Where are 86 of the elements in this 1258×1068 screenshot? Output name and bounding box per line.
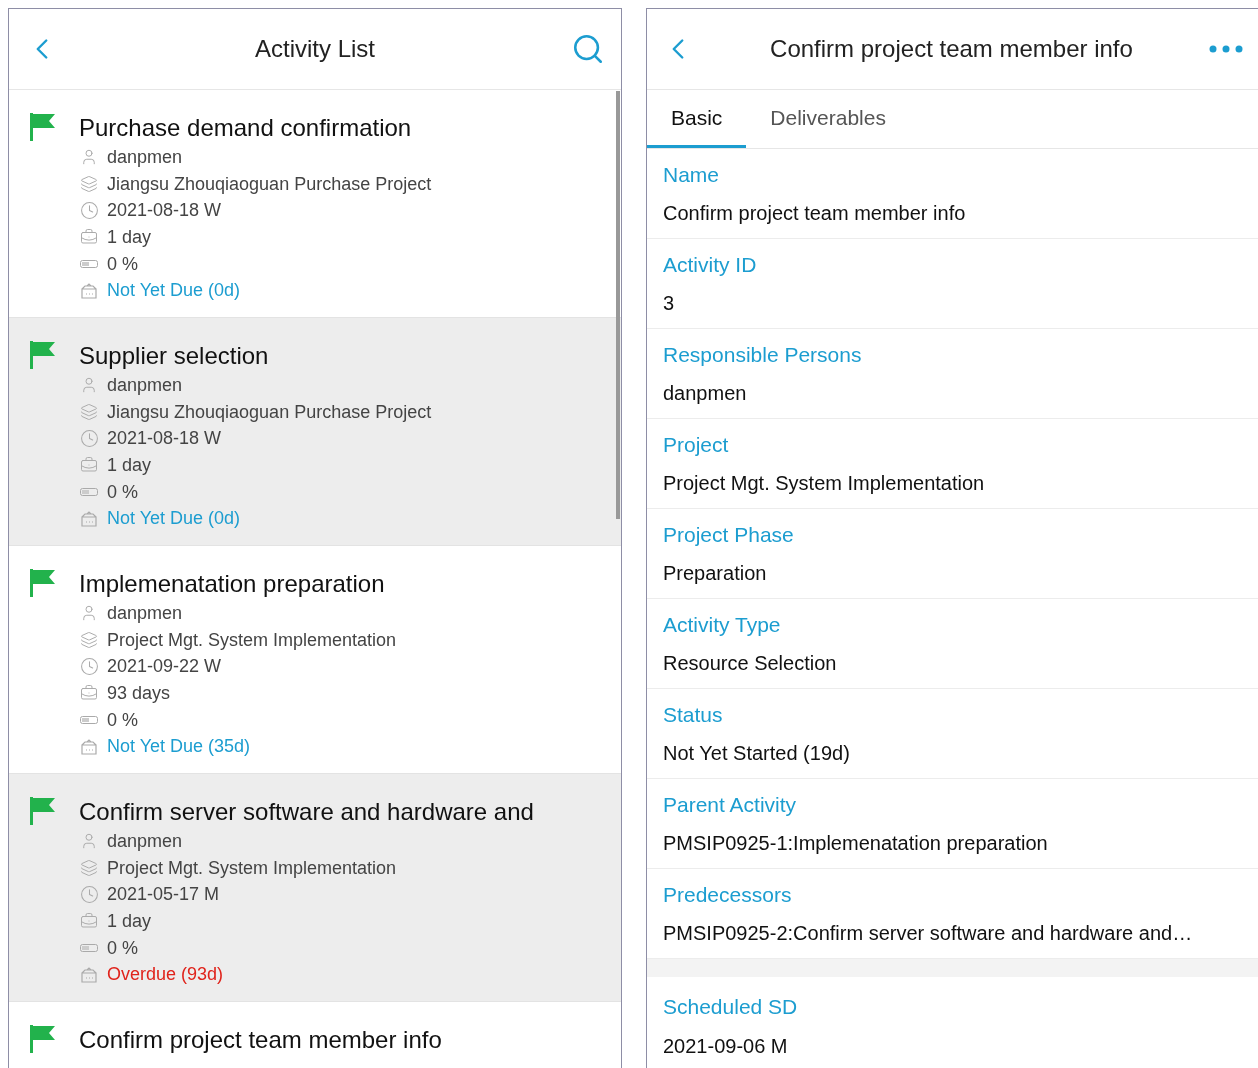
field-value: Preparation	[663, 561, 768, 587]
box-icon	[80, 509, 98, 528]
field-label: Activity Type	[663, 611, 782, 638]
activity-title: Supplier selection	[79, 341, 270, 371]
meta-text: 0 %	[107, 252, 139, 276]
field-value: 2021-09-06 M	[663, 1033, 789, 1059]
screen-title: Confirm project team member info	[769, 34, 1134, 64]
clock-icon	[79, 885, 99, 905]
person-icon	[80, 832, 98, 851]
flag-icon	[29, 796, 57, 826]
meta-text: 0 %	[107, 480, 139, 504]
screen-title: Activity List	[255, 34, 375, 64]
meta-text: Jiangsu Zhouqiaoguan Purchase Project	[107, 400, 432, 424]
field-value: Project Mgt. System Implementation	[663, 471, 986, 497]
meta-text: Not Yet Due (0d)	[107, 507, 241, 531]
meta-text: 93 days	[107, 681, 171, 705]
layers-icon	[80, 175, 98, 194]
flag-icon	[29, 1024, 57, 1054]
more-icon[interactable]	[1208, 44, 1244, 54]
field-label: Project	[663, 431, 730, 458]
layers-icon	[80, 403, 98, 422]
meta-text: 2021-05-17 M	[107, 883, 220, 907]
meta-text: danpmen	[107, 601, 183, 625]
activity-title: Implemenatation preparation	[79, 569, 386, 599]
field-value: danpmen	[663, 381, 748, 407]
meta-text: Project Mgt. System Implementation	[107, 628, 397, 652]
layers-icon	[80, 859, 98, 878]
meta-text: danpmen	[107, 373, 183, 397]
activity-item[interactable]: Confirm server software and hardware and danpmen Project Mgt. System Implementation 2021-05-17 M 1 day 0 % Overdue (93d)	[9, 774, 621, 1002]
field-value: PMSIP0925-1:Implemenatation preparation	[663, 831, 1049, 857]
clock-icon	[79, 657, 99, 677]
meta-text: 1 day	[107, 453, 152, 477]
meta-text: Not Yet Due (35d)	[107, 735, 251, 759]
field-value: Confirm project team member info	[663, 201, 967, 227]
meta-text: danpmen	[107, 145, 183, 169]
field-label: Scheduled SD	[663, 994, 799, 1020]
field-label: Status	[663, 701, 724, 728]
meta-text: 1 day	[107, 909, 152, 933]
briefcase-icon	[80, 684, 98, 703]
meta-text: 0 %	[107, 936, 139, 960]
layers-icon	[80, 631, 98, 650]
field-label: Name	[663, 161, 721, 188]
tab[interactable]: Deliverables	[746, 90, 910, 148]
meta-text: Jiangsu Zhouqiaoguan Purchase Project	[107, 172, 432, 196]
field-label: Project Phase	[663, 521, 795, 548]
person-icon	[80, 148, 98, 167]
field-value: 3	[663, 291, 676, 317]
field-label: Parent Activity	[663, 791, 798, 818]
meta-text: 0 %	[107, 708, 139, 732]
progress-icon	[80, 943, 98, 954]
person-icon	[80, 376, 98, 395]
meta-text: Project Mgt. System Implementation	[107, 856, 397, 880]
progress-icon	[80, 487, 98, 498]
flag-icon	[29, 340, 57, 370]
field-value: Resource Selection	[663, 651, 838, 677]
field-label: Predecessors	[663, 881, 793, 908]
person-icon	[80, 604, 98, 623]
meta-text: danpmen	[107, 829, 183, 853]
field-value: PMSIP0925-2:Confirm server software and hardware and…	[663, 921, 1194, 947]
tab[interactable]: Basic	[647, 90, 747, 148]
meta-text: 2021-08-18 W	[107, 427, 222, 451]
clock-icon	[79, 201, 99, 221]
meta-text: Not Yet Due (0d)	[107, 279, 241, 303]
flag-icon	[29, 112, 57, 142]
progress-icon	[80, 715, 98, 726]
meta-text: 2021-08-18 W	[107, 199, 222, 223]
briefcase-icon	[80, 912, 98, 931]
search-icon[interactable]	[571, 32, 605, 66]
activity-title: Confirm project team member info	[79, 1025, 442, 1055]
meta-text: 1 day	[107, 225, 152, 249]
flag-icon	[29, 568, 57, 598]
briefcase-icon	[80, 228, 98, 247]
activity-title: Confirm server software and hardware and	[79, 797, 534, 827]
box-icon	[80, 281, 98, 300]
meta-text: 2021-09-22 W	[107, 655, 222, 679]
box-icon	[80, 737, 98, 756]
field-value: Not Yet Started (19d)	[663, 741, 851, 767]
progress-icon	[80, 259, 98, 270]
field-label: Activity ID	[663, 251, 758, 278]
activity-title: Purchase demand confirmation	[79, 113, 413, 143]
meta-text: Overdue (93d)	[107, 963, 224, 987]
field-label: Responsible Persons	[663, 341, 863, 368]
briefcase-icon	[80, 456, 98, 475]
clock-icon	[79, 429, 99, 449]
box-icon	[80, 965, 98, 984]
activity-item[interactable]: Supplier selection danpmen Jiangsu Zhouqiaoguan Purchase Project 2021-08-18 W 1 day 0 % Not Yet Due (0d)	[9, 318, 621, 546]
